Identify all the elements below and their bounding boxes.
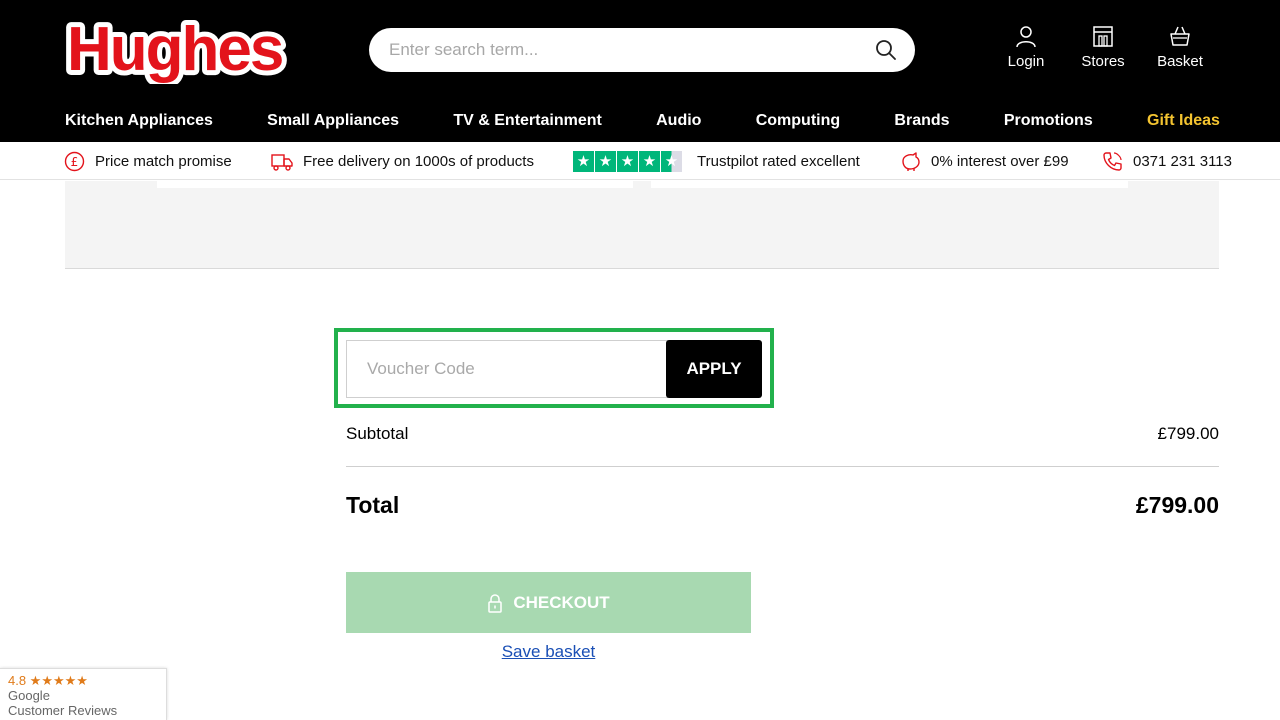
basket-link[interactable]: Basket [1145, 24, 1215, 74]
usp-phone-text: 0371 231 3113 [1133, 152, 1232, 170]
total-row: Total £799.00 [346, 490, 1219, 522]
voucher-code-input[interactable] [346, 340, 668, 398]
half-star-icon: ★ [661, 150, 682, 172]
star-icon: ★ [595, 150, 616, 172]
star-icon: ★ [617, 150, 638, 172]
nav-computing[interactable]: Computing [756, 112, 840, 134]
pound-icon: £ [64, 151, 85, 171]
login-link[interactable]: Login [991, 24, 1061, 74]
basket-items-panel [65, 181, 1219, 269]
nav-promotions[interactable]: Promotions [1004, 112, 1093, 134]
site-header: Hughes Hughes Login Stores Ba [0, 0, 1280, 142]
svg-text:£: £ [71, 155, 79, 169]
trustpilot-stars: ★ ★ ★ ★ ★ [573, 150, 683, 172]
basket-icon [1170, 26, 1190, 46]
voucher-form: APPLY [334, 328, 774, 408]
nav-small-appliances[interactable]: Small Appliances [267, 112, 399, 134]
subtotal-label: Subtotal [346, 424, 409, 443]
usp-free-delivery[interactable]: Free delivery on 1000s of products [271, 142, 534, 180]
star-icon: ★ [639, 150, 660, 172]
search-bar [369, 28, 915, 72]
item-card [651, 181, 1128, 188]
store-icon [1093, 26, 1113, 47]
svg-text:Hughes: Hughes [67, 15, 282, 84]
summary-divider [346, 466, 1219, 467]
usp-interest-text: 0% interest over £99 [931, 152, 1069, 170]
nav-gift-ideas[interactable]: Gift Ideas [1147, 112, 1220, 134]
star-icon: ★ [573, 150, 594, 172]
google-label: Google [8, 688, 50, 703]
checkout-label: CHECKOUT [513, 592, 610, 612]
nav-audio[interactable]: Audio [656, 112, 701, 134]
usp-price-match[interactable]: £ Price match promise [64, 142, 232, 180]
nav-tv-entertainment[interactable]: TV & Entertainment [453, 112, 601, 134]
search-icon[interactable] [875, 39, 897, 61]
search-input[interactable] [387, 28, 867, 72]
subtotal-value: £799.00 [1157, 424, 1219, 443]
usp-interest[interactable]: 0% interest over £99 [900, 142, 1069, 180]
usp-bar: £ Price match promise Free delivery on 1… [0, 142, 1280, 180]
usp-phone[interactable]: 0371 231 3113 [1102, 142, 1232, 180]
stores-link[interactable]: Stores [1068, 24, 1138, 74]
item-card [157, 181, 633, 188]
total-value: £799.00 [1135, 492, 1219, 518]
usp-price-match-text: Price match promise [95, 152, 232, 170]
user-icon [1016, 26, 1036, 48]
nav-kitchen-appliances[interactable]: Kitchen Appliances [65, 112, 213, 134]
piggy-bank-icon [902, 151, 920, 171]
google-rating: 4.8 ★★★★★ [8, 673, 88, 688]
login-label: Login [1007, 53, 1045, 70]
save-basket-link[interactable]: Save basket [346, 642, 751, 662]
google-reviews-badge[interactable]: 4.8 ★★★★★ Google Customer Reviews [0, 668, 167, 720]
usp-trustpilot[interactable]: ★ ★ ★ ★ ★ Trustpilot rated excellent [573, 142, 860, 180]
usp-free-delivery-text: Free delivery on 1000s of products [303, 152, 534, 170]
subtotal-row: Subtotal £799.00 [346, 422, 1219, 448]
lock-icon [488, 593, 503, 613]
usp-trustpilot-text: Trustpilot rated excellent [697, 152, 860, 170]
hughes-logo[interactable]: Hughes Hughes [64, 14, 304, 84]
main-nav: Kitchen Appliances Small Appliances TV &… [65, 112, 1220, 134]
basket-label: Basket [1157, 53, 1203, 70]
google-reviews-label: Customer Reviews [8, 703, 118, 718]
total-label: Total [346, 492, 400, 518]
nav-brands[interactable]: Brands [894, 112, 949, 134]
phone-icon [1103, 151, 1122, 171]
delivery-truck-icon [271, 153, 293, 171]
checkout-button[interactable]: CHECKOUT [346, 572, 751, 633]
stores-label: Stores [1081, 53, 1125, 70]
apply-voucher-button[interactable]: APPLY [666, 340, 762, 398]
